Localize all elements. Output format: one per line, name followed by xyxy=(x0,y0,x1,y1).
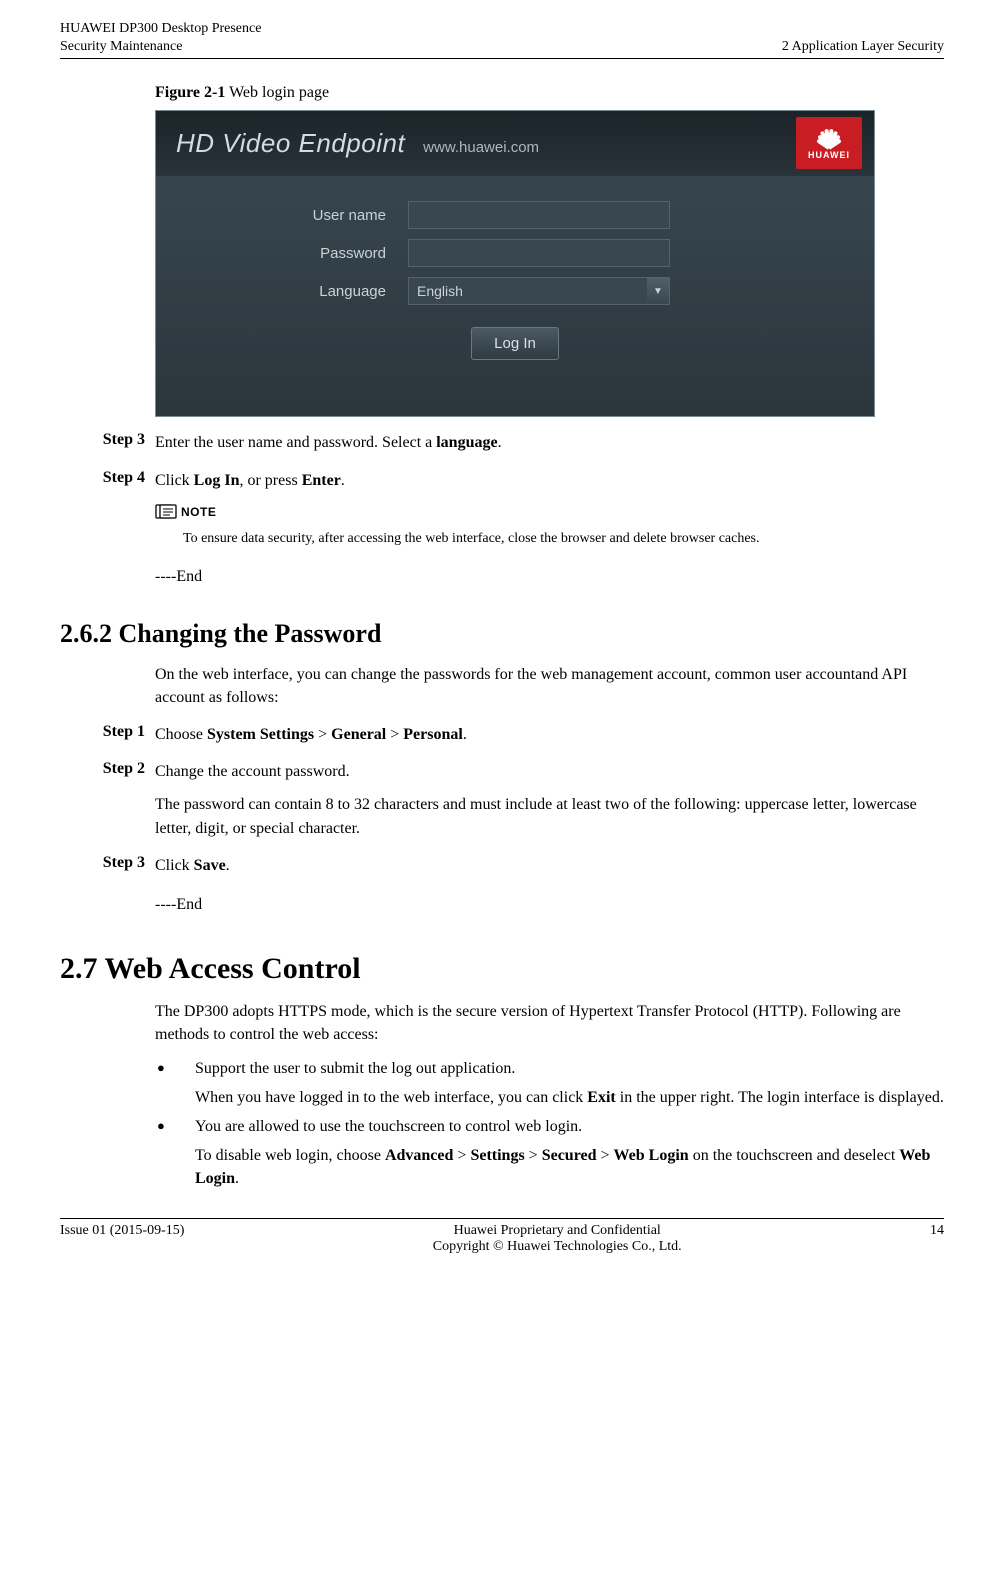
note-text: To ensure data security, after accessing… xyxy=(183,529,944,549)
footer-copyright: Copyright © Huawei Technologies Co., Ltd… xyxy=(184,1239,930,1255)
figure-label: Figure 2-1 xyxy=(155,84,225,101)
footer-issue: Issue 01 (2015-09-15) xyxy=(60,1223,184,1239)
header-title-line2: Security Maintenance xyxy=(60,38,261,56)
username-label: User name xyxy=(156,207,408,224)
login-url: www.huawei.com xyxy=(423,139,539,156)
header-title-line1: HUAWEI DP300 Desktop Presence xyxy=(60,20,261,38)
step4-label: Step 4 xyxy=(60,469,155,589)
login-product-title: HD Video Endpoint xyxy=(176,128,405,159)
page-footer: Issue 01 (2015-09-15) Huawei Proprietary… xyxy=(60,1218,944,1255)
s262-step2-label: Step 2 xyxy=(60,760,155,840)
note-icon xyxy=(155,504,177,520)
page-header: HUAWEI DP300 Desktop Presence Security M… xyxy=(60,20,944,59)
bullet-list: Support the user to submit the log out a… xyxy=(155,1057,944,1191)
end-marker: ----End xyxy=(155,565,944,588)
language-label: Language xyxy=(156,283,408,300)
note-label: NOTE xyxy=(181,504,216,521)
step3-body: Enter the user name and password. Select… xyxy=(155,431,944,454)
s262-step3-body: Click Save. ----End xyxy=(155,854,944,916)
s262-step3-label: Step 3 xyxy=(60,854,155,916)
end-marker-2: ----End xyxy=(155,893,944,916)
huawei-logo-text: HUAWEI xyxy=(808,150,850,160)
bullet-2: You are allowed to use the touchscreen t… xyxy=(155,1115,944,1191)
huawei-logo: HUAWEI xyxy=(796,117,862,169)
section-262-intro: On the web interface, you can change the… xyxy=(155,663,944,709)
step3-label: Step 3 xyxy=(60,431,155,454)
footer-page-number: 14 xyxy=(930,1223,944,1239)
s262-step2-body: Change the account password. The passwor… xyxy=(155,760,944,840)
login-topbar: HD Video Endpoint www.huawei.com HUAWEI xyxy=(156,111,874,176)
login-panel: HD Video Endpoint www.huawei.com HUAWEI xyxy=(155,110,875,417)
login-button[interactable]: Log In xyxy=(471,327,559,360)
password-label: Password xyxy=(156,245,408,262)
step4-body: Click Log In, or press Enter. NOTE To en… xyxy=(155,469,944,589)
password-input[interactable] xyxy=(408,239,670,267)
note-block: NOTE xyxy=(155,504,944,521)
chevron-down-icon: ▼ xyxy=(647,278,669,304)
figure-title: Web login page xyxy=(229,84,329,101)
figure-caption: Figure 2-1 Web login page xyxy=(155,84,944,102)
language-value: English xyxy=(409,283,463,299)
huawei-logo-icon xyxy=(813,126,845,148)
heading-262: 2.6.2 Changing the Password xyxy=(60,619,944,649)
section-27-intro: The DP300 adopts HTTPS mode, which is th… xyxy=(155,1000,944,1046)
username-input[interactable] xyxy=(408,201,670,229)
s262-step1-label: Step 1 xyxy=(60,723,155,746)
bullet-1: Support the user to submit the log out a… xyxy=(155,1057,944,1109)
language-select[interactable]: English ▼ xyxy=(408,277,670,305)
s262-step1-body: Choose System Settings > General > Perso… xyxy=(155,723,944,746)
login-form: User name Password Language English ▼ Lo… xyxy=(156,201,874,360)
footer-proprietary: Huawei Proprietary and Confidential xyxy=(184,1223,930,1239)
heading-27: 2.7 Web Access Control xyxy=(60,952,944,986)
header-chapter: 2 Application Layer Security xyxy=(782,38,944,56)
